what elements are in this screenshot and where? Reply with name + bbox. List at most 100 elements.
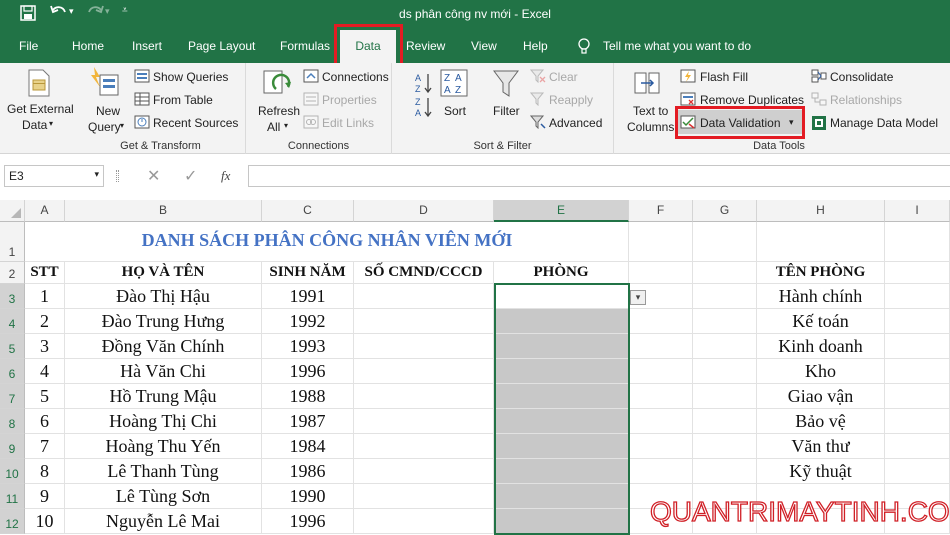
cell-stt[interactable]: 7 <box>25 434 65 459</box>
cell-name[interactable]: Lê Thanh Tùng <box>65 459 262 484</box>
cell[interactable] <box>693 384 757 409</box>
cell[interactable] <box>693 434 757 459</box>
cell-name[interactable]: Đào Thị Hậu <box>65 284 262 309</box>
cell[interactable] <box>629 359 693 384</box>
cell-name[interactable]: Nguyễn Lê Mai <box>65 509 262 534</box>
cell[interactable] <box>885 222 950 262</box>
cell[interactable] <box>629 262 693 284</box>
cell-stt[interactable]: 5 <box>25 384 65 409</box>
tab-home[interactable]: Home <box>72 39 104 53</box>
recent-sources-button[interactable]: Recent Sources <box>153 116 238 130</box>
cell[interactable] <box>693 222 757 262</box>
clear-button[interactable]: Clear <box>549 70 578 84</box>
cell-stt[interactable]: 10 <box>25 509 65 534</box>
cell-dept[interactable] <box>494 434 629 459</box>
cell-id[interactable] <box>354 409 494 434</box>
tab-help[interactable]: Help <box>523 39 548 53</box>
cell-name[interactable]: Hoàng Thị Chi <box>65 409 262 434</box>
row-header-8[interactable]: 8 <box>0 409 25 434</box>
cell-dept[interactable] <box>494 384 629 409</box>
cell-dept[interactable] <box>494 409 629 434</box>
cell[interactable] <box>885 309 950 334</box>
cell[interactable] <box>693 309 757 334</box>
cell-dept-name[interactable]: Hành chính <box>757 284 885 309</box>
column-header-c[interactable]: C <box>262 200 354 222</box>
cell-year[interactable]: 1991 <box>262 284 354 309</box>
new-query-button[interactable]: New <box>96 104 120 118</box>
cell[interactable] <box>693 284 757 309</box>
cell[interactable] <box>629 384 693 409</box>
from-table-button[interactable]: From Table <box>153 93 213 107</box>
tab-page-layout[interactable]: Page Layout <box>188 39 255 53</box>
cell-stt[interactable]: 1 <box>25 284 65 309</box>
row-header-11[interactable]: 11 <box>0 484 25 509</box>
tab-view[interactable]: View <box>471 39 497 53</box>
cell-dept-name[interactable]: Bảo vệ <box>757 409 885 434</box>
formula-bar-splitter[interactable] <box>116 170 119 182</box>
cell[interactable] <box>693 359 757 384</box>
cell-dept[interactable] <box>494 484 629 509</box>
tab-file[interactable]: File <box>19 39 38 53</box>
manage-data-model-button[interactable]: Manage Data Model <box>830 116 938 130</box>
cell-year[interactable]: 1993 <box>262 334 354 359</box>
enter-icon[interactable]: ✓ <box>184 166 197 186</box>
cell-year[interactable]: 1988 <box>262 384 354 409</box>
chevron-down-icon[interactable]: ▾ <box>94 169 99 180</box>
properties-button[interactable]: Properties <box>322 93 377 107</box>
cell-id[interactable] <box>354 359 494 384</box>
get-external-data-button[interactable]: Get External <box>7 102 74 116</box>
tab-review[interactable]: Review <box>406 39 445 53</box>
sort-ascending-icon[interactable]: AZ <box>414 71 434 98</box>
consolidate-button[interactable]: Consolidate <box>830 70 893 84</box>
cell-id[interactable] <box>354 384 494 409</box>
advanced-filter-button[interactable]: Advanced <box>549 116 602 130</box>
row-header-2[interactable]: 2 <box>0 262 25 284</box>
header-year[interactable]: SINH NĂM <box>262 262 354 284</box>
row-header-5[interactable]: 5 <box>0 334 25 359</box>
cell-stt[interactable]: 6 <box>25 409 65 434</box>
cell-id[interactable] <box>354 459 494 484</box>
cell-dept[interactable] <box>494 359 629 384</box>
column-header-h[interactable]: H <box>757 200 885 222</box>
cell[interactable] <box>693 262 757 284</box>
cell-id[interactable] <box>354 484 494 509</box>
cell-stt[interactable]: 8 <box>25 459 65 484</box>
cell-dept[interactable] <box>494 509 629 534</box>
tab-insert[interactable]: Insert <box>132 39 162 53</box>
cell-id[interactable] <box>354 509 494 534</box>
cell-year[interactable]: 1986 <box>262 459 354 484</box>
cell[interactable] <box>885 262 950 284</box>
cell-dept-name[interactable]: Giao vận <box>757 384 885 409</box>
cell-dept[interactable] <box>494 334 629 359</box>
worksheet-grid[interactable]: A B C D E F G H I 1 2 3 4 5 6 7 8 9 10 1… <box>0 200 950 535</box>
cell-year[interactable]: 1987 <box>262 409 354 434</box>
cell-name[interactable]: Lê Tùng Sơn <box>65 484 262 509</box>
cell[interactable] <box>885 434 950 459</box>
cancel-icon[interactable]: ✕ <box>147 166 160 186</box>
row-header-12[interactable]: 12 <box>0 509 25 534</box>
cell-dept[interactable] <box>494 459 629 484</box>
reapply-button[interactable]: Reapply <box>549 93 593 107</box>
column-header-f[interactable]: F <box>629 200 693 222</box>
formula-input[interactable] <box>248 165 950 187</box>
cell-id[interactable] <box>354 334 494 359</box>
connections-button[interactable]: Connections <box>322 70 389 84</box>
refresh-all-button[interactable]: Refresh <box>258 104 300 118</box>
cell-id[interactable] <box>354 434 494 459</box>
cell-stt[interactable]: 2 <box>25 309 65 334</box>
sort-button[interactable]: Sort <box>444 104 466 118</box>
cell-year[interactable]: 1996 <box>262 509 354 534</box>
show-queries-button[interactable]: Show Queries <box>153 70 228 84</box>
column-header-i[interactable]: I <box>885 200 950 222</box>
header-id[interactable]: SỐ CMND/CCCD <box>354 262 494 284</box>
column-header-b[interactable]: B <box>65 200 262 222</box>
cell-stt[interactable]: 3 <box>25 334 65 359</box>
column-header-a[interactable]: A <box>25 200 65 222</box>
insert-function-icon[interactable]: fx <box>221 168 230 184</box>
row-header-4[interactable]: 4 <box>0 309 25 334</box>
flash-fill-button[interactable]: Flash Fill <box>700 70 748 84</box>
cell-dept-name[interactable]: Văn thư <box>757 434 885 459</box>
cell[interactable] <box>757 222 885 262</box>
cell[interactable] <box>629 309 693 334</box>
cell-year[interactable]: 1990 <box>262 484 354 509</box>
